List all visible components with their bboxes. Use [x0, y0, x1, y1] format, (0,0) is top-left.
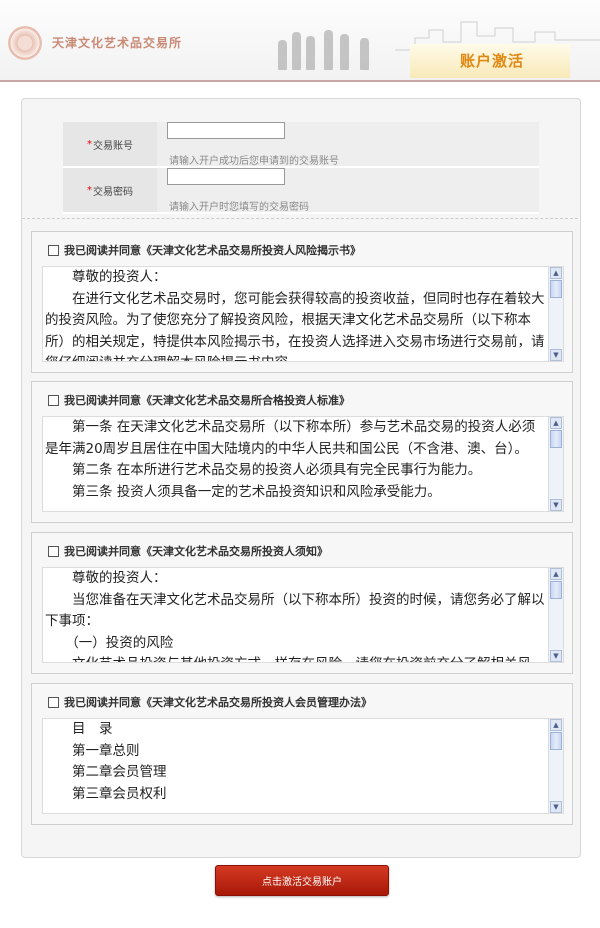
scrollbar-thumb[interactable] — [550, 732, 562, 750]
scroll-down-icon[interactable]: ▼ — [550, 499, 562, 511]
section-title: 账户激活 — [460, 52, 525, 70]
password-row: * 交易密码 请输入开户时您填写的交易密码 — [63, 168, 539, 214]
scroll-up-icon[interactable]: ▲ — [550, 719, 562, 731]
divider — [22, 218, 578, 219]
page-header: 天津文化艺术品交易所 账户激活 — [0, 0, 600, 82]
agreement-title: 我已阅读并同意《天津文化艺术品交易所投资人会员管理办法》 — [64, 696, 372, 709]
scrollbar[interactable]: ▲ ▼ — [548, 719, 563, 813]
checkbox-icon[interactable] — [48, 394, 59, 406]
agreement-paragraph: 第三条 投资人须具备一定的艺术品投资知识和风险承受能力。 — [45, 483, 441, 500]
required-mark: * — [87, 184, 92, 196]
agreement-paragraph: 第三章会员权利 — [45, 785, 167, 802]
scrollbar-thumb[interactable] — [550, 280, 562, 298]
account-row: * 交易账号 请输入开户成功后您申请到的交易账号 — [63, 122, 539, 168]
scroll-down-icon[interactable]: ▼ — [550, 349, 562, 361]
activate-account-button[interactable]: 点击激活交易账户 — [215, 865, 389, 896]
agreement-paragraph: 当您准备在天津文化艺术品交易所（以下称本所）投资的时候，请您务必了解以下事项： — [45, 591, 545, 630]
agreement-title: 我已阅读并同意《天津文化艺术品交易所投资人风险揭示书》 — [64, 244, 361, 257]
scroll-down-icon[interactable]: ▼ — [550, 650, 562, 662]
agreement-text: 目 录 第一章总则 第二章会员管理 第三章会员权利 — [43, 719, 545, 805]
password-hint: 请输入开户时您填写的交易密码 — [169, 202, 309, 213]
agreement-paragraph: 在进行文化艺术品交易时，您可能会获得较高的投资收益，但同时也存在着较大的投资风险… — [45, 290, 545, 362]
agreement-header[interactable]: 我已阅读并同意《天津文化艺术品交易所投资人须知》 — [48, 543, 328, 559]
scrollbar[interactable]: ▲ ▼ — [548, 417, 563, 511]
agreement-paragraph: 第二章会员管理 — [45, 764, 167, 780]
scrollbar[interactable]: ▲ ▼ — [548, 267, 563, 361]
agreement-box: 我已阅读并同意《天津文化艺术品交易所合格投资人标准》 第一条 在天津文化艺术品交… — [31, 381, 573, 523]
account-label-text: 交易账号 — [93, 140, 133, 152]
agreement-paragraph: 尊敬的投资人： — [45, 269, 167, 285]
scrollbar[interactable]: ▲ ▼ — [548, 568, 563, 662]
account-label: * 交易账号 — [63, 122, 157, 166]
agreement-box: 我已阅读并同意《天津文化艺术品交易所投资人会员管理办法》 目 录 第一章总则 第… — [31, 683, 573, 825]
scroll-up-icon[interactable]: ▲ — [550, 417, 562, 429]
checkbox-icon[interactable] — [48, 244, 59, 256]
checkbox-icon[interactable] — [48, 545, 59, 557]
password-input[interactable] — [167, 168, 285, 185]
agreement-text-area[interactable]: 目 录 第一章总则 第二章会员管理 第三章会员权利 ▲ ▼ — [42, 718, 564, 814]
people-silhouettes — [272, 20, 392, 70]
password-label-text: 交易密码 — [93, 186, 133, 198]
agreement-paragraph: 尊敬的投资人： — [45, 570, 167, 586]
scroll-up-icon[interactable]: ▲ — [550, 267, 562, 279]
agreement-text: 第一条 在天津文化艺术品交易所（以下称本所）参与艺术品交易的投资人必须是年满20… — [43, 417, 545, 503]
account-hint: 请输入开户成功后您申请到的交易账号 — [169, 156, 339, 167]
agreement-header[interactable]: 我已阅读并同意《天津文化艺术品交易所投资人会员管理办法》 — [48, 694, 372, 710]
logo-icon — [8, 26, 42, 60]
agreement-paragraph: 目 录 — [45, 721, 113, 737]
scrollbar-thumb[interactable] — [550, 430, 562, 448]
scroll-down-icon[interactable]: ▼ — [550, 801, 562, 813]
login-form: * 交易账号 请输入开户成功后您申请到的交易账号 * 交易密码 请输入开户时您填写的… — [63, 122, 539, 214]
required-mark: * — [87, 138, 92, 150]
agreement-text-area[interactable]: 第一条 在天津文化艺术品交易所（以下称本所）参与艺术品交易的投资人必须是年满20… — [42, 416, 564, 512]
account-input[interactable] — [167, 122, 285, 139]
agreement-title: 我已阅读并同意《天津文化艺术品交易所合格投资人标准》 — [64, 394, 350, 407]
agreement-paragraph: （一）投资的风险 — [45, 634, 174, 651]
agreement-text-area[interactable]: 尊敬的投资人： 在进行文化艺术品交易时，您可能会获得较高的投资收益，但同时也存在… — [42, 266, 564, 362]
agreement-text: 尊敬的投资人： 在进行文化艺术品交易时，您可能会获得较高的投资收益，但同时也存在… — [43, 267, 545, 362]
agreement-paragraph: 第一条 在天津文化艺术品交易所（以下称本所）参与艺术品交易的投资人必须是年满20… — [45, 419, 536, 457]
scroll-up-icon[interactable]: ▲ — [550, 568, 562, 580]
agreement-paragraph: 文化艺术品投资与其他投资方式一样存在风险，请您在投资前充分了解相关风险。 — [45, 654, 545, 662]
agreement-box: 我已阅读并同意《天津文化艺术品交易所投资人须知》 尊敬的投资人： 当您准备在天津… — [31, 532, 573, 674]
agreement-paragraph: 第二条 在本所进行艺术品交易的投资人必须具有完全民事行为能力。 — [45, 462, 482, 478]
agreement-text-area[interactable]: 尊敬的投资人： 当您准备在天津文化艺术品交易所（以下称本所）投资的时候，请您务必… — [42, 567, 564, 663]
agreement-box: 我已阅读并同意《天津文化艺术品交易所投资人风险揭示书》 尊敬的投资人： 在进行文… — [31, 231, 573, 373]
checkbox-icon[interactable] — [48, 696, 59, 708]
agreement-text: 尊敬的投资人： 当您准备在天津文化艺术品交易所（以下称本所）投资的时候，请您务必… — [43, 568, 545, 662]
password-label: * 交易密码 — [63, 168, 157, 212]
agreement-title: 我已阅读并同意《天津文化艺术品交易所投资人须知》 — [64, 545, 328, 558]
agreement-paragraph: 第一章总则 — [45, 742, 140, 759]
org-name: 天津文化艺术品交易所 — [52, 36, 183, 50]
agreement-header[interactable]: 我已阅读并同意《天津文化艺术品交易所合格投资人标准》 — [48, 392, 350, 408]
agreement-header[interactable]: 我已阅读并同意《天津文化艺术品交易所投资人风险揭示书》 — [48, 242, 361, 258]
scrollbar-thumb[interactable] — [550, 581, 562, 599]
